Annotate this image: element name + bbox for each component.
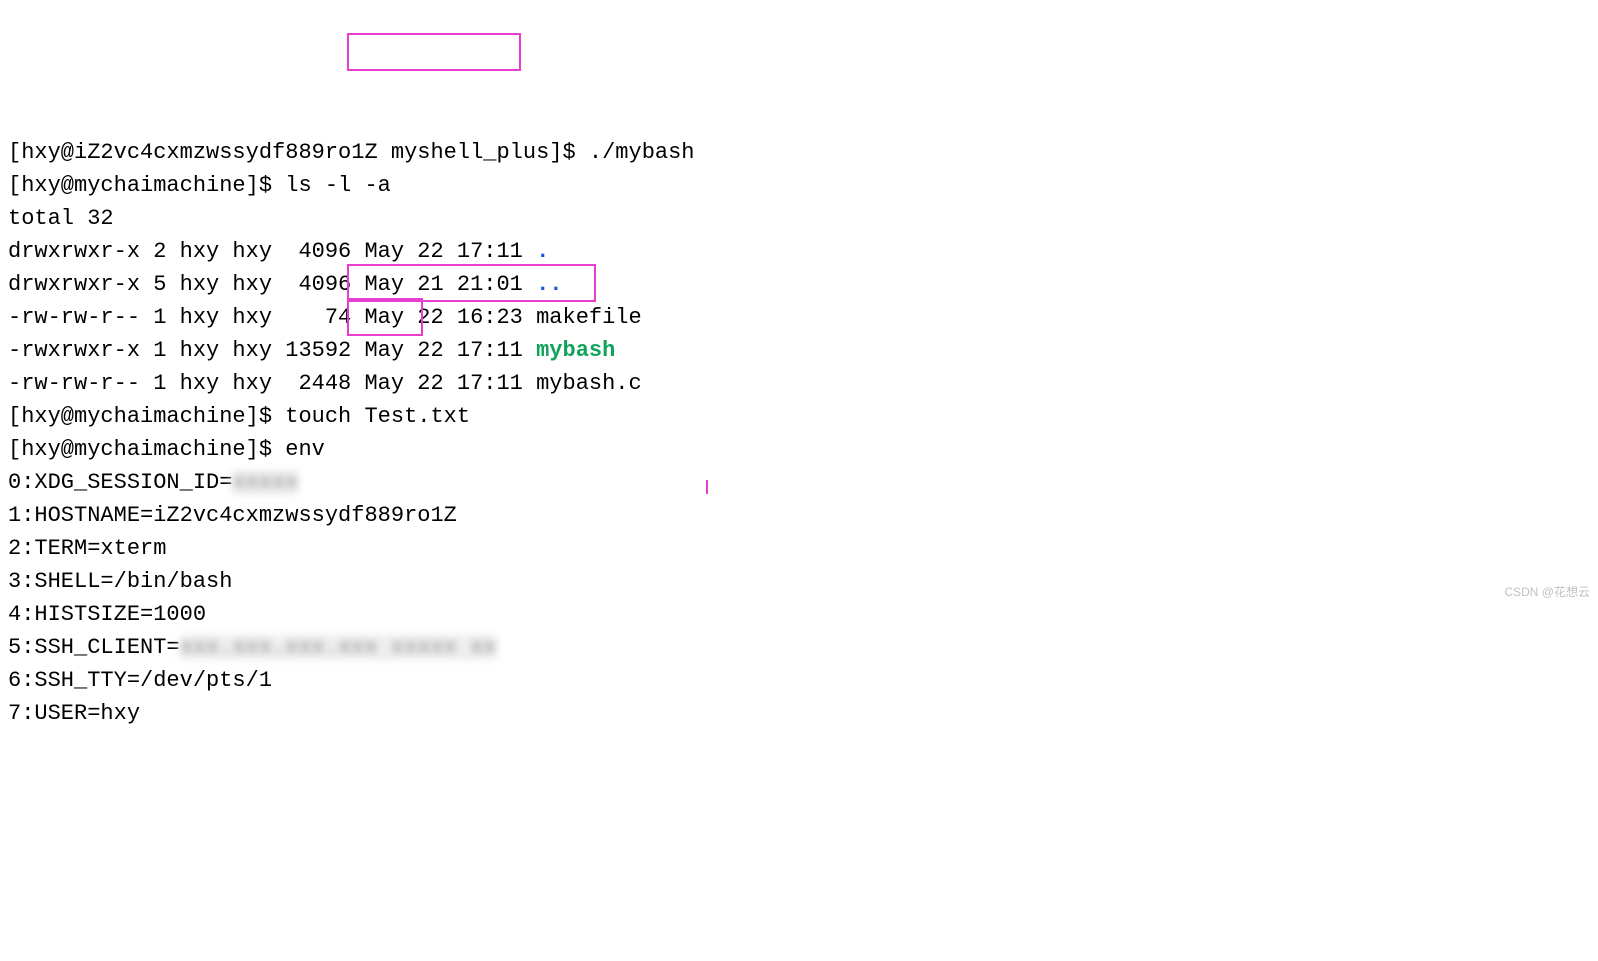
terminal-output: [hxy@iZ2vc4cxmzwssydf889ro1Z myshell_plu… xyxy=(8,136,1590,730)
ls-total: total 32 xyxy=(8,202,1590,235)
ls-filename: mybash xyxy=(536,338,615,363)
env-line: 4:HISTSIZE=1000 xyxy=(8,598,1590,631)
env-line: 2:TERM=xterm xyxy=(8,532,1590,565)
ls-filename: .. xyxy=(536,272,562,297)
env-value-redacted: xxx.xxx.xxx.xxx xxxxx xx xyxy=(180,635,497,660)
prompt-line-2: [hxy@mychaimachine]$ ls -l -a xyxy=(8,169,1590,202)
ls-row: drwxrwxr-x 2 hxy hxy 4096 May 22 17:11 . xyxy=(8,235,1590,268)
ls-row: -rw-rw-r-- 1 hxy hxy 2448 May 22 17:11 m… xyxy=(8,367,1590,400)
ls-filename: . xyxy=(536,239,549,264)
env-line: 3:SHELL=/bin/bash xyxy=(8,565,1590,598)
env-value-redacted: xxxxx xyxy=(232,470,298,495)
prompt-line-1: [hxy@iZ2vc4cxmzwssydf889ro1Z myshell_plu… xyxy=(8,136,1590,169)
highlight-box xyxy=(347,33,521,71)
env-line: 5:SSH_CLIENT=xxx.xxx.xxx.xxx xxxxx xx xyxy=(8,631,1590,664)
prompt-line-4: [hxy@mychaimachine]$ env xyxy=(8,433,1590,466)
ls-filename: makefile xyxy=(536,305,642,330)
ls-row: -rwxrwxr-x 1 hxy hxy 13592 May 22 17:11 … xyxy=(8,334,1590,367)
watermark: CSDN @花想云 xyxy=(1504,583,1590,601)
cursor-mark xyxy=(706,480,708,494)
env-line: 7:USER=hxy xyxy=(8,697,1590,730)
ls-filename: mybash.c xyxy=(536,371,642,396)
env-line: 1:HOSTNAME=iZ2vc4cxmzwssydf889ro1Z xyxy=(8,499,1590,532)
ls-row: drwxrwxr-x 5 hxy hxy 4096 May 21 21:01 .… xyxy=(8,268,1590,301)
prompt-line-3: [hxy@mychaimachine]$ touch Test.txt xyxy=(8,400,1590,433)
env-line: 0:XDG_SESSION_ID=xxxxx xyxy=(8,466,1590,499)
ls-row: -rw-rw-r-- 1 hxy hxy 74 May 22 16:23 mak… xyxy=(8,301,1590,334)
env-line: 6:SSH_TTY=/dev/pts/1 xyxy=(8,664,1590,697)
